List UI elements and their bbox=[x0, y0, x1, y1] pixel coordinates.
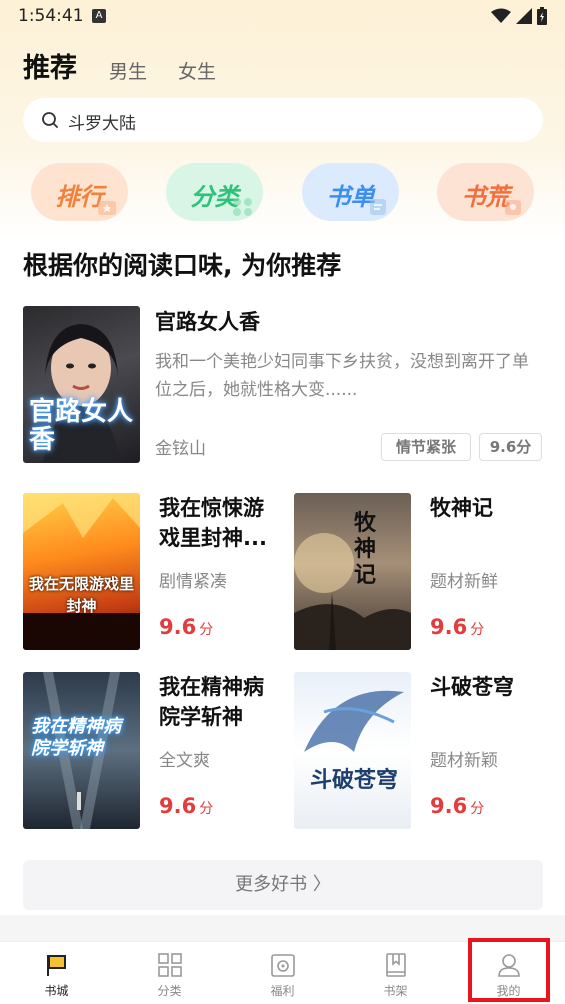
category-deco-icon bbox=[233, 198, 252, 216]
more-books-button[interactable]: 更多好书 〉 bbox=[23, 860, 543, 910]
book-cover-title: 牧神记 bbox=[354, 511, 377, 588]
category-row: 排行 分类 书单 书荒 bbox=[0, 163, 565, 223]
nav-bookshelf[interactable]: 书架 bbox=[339, 942, 452, 1004]
book-shortage-button[interactable]: 书荒 bbox=[437, 163, 534, 221]
book-cover-art bbox=[294, 533, 411, 650]
featured-score: 9.6分 bbox=[479, 433, 542, 461]
book-tag: 剧情紧凑 bbox=[159, 572, 227, 592]
book-card[interactable]: 我在精神病院学斩神 我在精神病院学斩神 全文爽 9.6 分 bbox=[23, 672, 283, 830]
book-tag: 全文爽 bbox=[159, 751, 210, 771]
book-cover-title: 我在精神病院学斩神 bbox=[31, 716, 121, 759]
ranking-deco-icon bbox=[98, 201, 116, 215]
book-score-value: 9.6 bbox=[430, 615, 468, 639]
tab-recommend[interactable]: 推荐 bbox=[23, 46, 77, 85]
book-tag: 题材新颖 bbox=[430, 751, 498, 771]
search-input[interactable]: 斗罗大陆 bbox=[68, 109, 136, 134]
category-button[interactable]: 分类 bbox=[166, 163, 263, 221]
book-title[interactable]: 牧神记 bbox=[430, 493, 550, 523]
booklist-deco-icon bbox=[370, 199, 386, 215]
status-time: 1:54:41 bbox=[18, 6, 84, 26]
book-score-unit: 分 bbox=[199, 801, 214, 817]
book-score: 9.6 分 bbox=[430, 615, 484, 639]
nav-bookstore-label: 书城 bbox=[44, 984, 69, 998]
signal-icon bbox=[516, 8, 532, 24]
featured-author: 金铉山 bbox=[155, 439, 206, 459]
book-score: 9.6 分 bbox=[430, 794, 484, 818]
book-cover[interactable]: 我在无限游戏里封神 bbox=[23, 493, 140, 650]
tab-male[interactable]: 男生 bbox=[109, 57, 147, 84]
status-badge: A bbox=[92, 9, 106, 23]
book-cover-art bbox=[23, 493, 140, 650]
flag-icon bbox=[47, 955, 66, 976]
battery-icon bbox=[537, 7, 547, 25]
search-icon bbox=[42, 112, 58, 128]
section-title: 根据你的阅读口味, 为你推荐 bbox=[23, 251, 342, 280]
featured-tag: 情节紧张 bbox=[381, 433, 471, 461]
book-score-unit: 分 bbox=[470, 622, 485, 638]
book-icon bbox=[386, 953, 406, 977]
status-icons bbox=[491, 7, 547, 25]
book-cover-title: 我在无限游戏里封神 bbox=[28, 575, 134, 615]
book-score: 9.6 分 bbox=[159, 615, 213, 639]
wifi-icon bbox=[491, 8, 511, 23]
book-score-unit: 分 bbox=[199, 622, 214, 638]
top-tabs: 推荐 男生 女生 bbox=[0, 40, 565, 90]
book-cover[interactable]: 我在精神病院学斩神 bbox=[23, 672, 140, 829]
featured-cover-title: 官路女人香 bbox=[29, 397, 134, 455]
featured-title[interactable]: 官路女人香 bbox=[155, 306, 260, 336]
nav-category-label: 分类 bbox=[157, 984, 182, 998]
book-score-value: 9.6 bbox=[159, 615, 197, 639]
status-bar: 1:54:41 A bbox=[0, 0, 565, 32]
highlight-box bbox=[468, 938, 550, 1002]
book-tag: 题材新鲜 bbox=[430, 572, 498, 592]
featured-description: 我和一个美艳少妇同事下乡扶贫，没想到离开了单位之后，她就性格大变...... bbox=[155, 352, 529, 400]
nav-welfare[interactable]: 福利 bbox=[226, 942, 339, 1004]
book-score-value: 9.6 bbox=[430, 794, 468, 818]
nav-bookstore[interactable]: 书城 bbox=[0, 942, 113, 1004]
grid-icon bbox=[158, 953, 182, 977]
book-score: 9.6 分 bbox=[159, 794, 213, 818]
book-title[interactable]: 斗破苍穹 bbox=[430, 672, 550, 702]
booklist-button[interactable]: 书单 bbox=[302, 163, 399, 221]
book-score-unit: 分 bbox=[470, 801, 485, 817]
nav-welfare-label: 福利 bbox=[270, 984, 295, 998]
book-cover-art bbox=[304, 690, 404, 752]
tab-female[interactable]: 女生 bbox=[178, 57, 216, 84]
search-bar[interactable]: 斗罗大陆 bbox=[23, 98, 543, 142]
book-cover[interactable]: 牧神记 bbox=[294, 493, 411, 650]
book-card[interactable]: 牧神记 牧神记 题材新鲜 9.6 分 bbox=[294, 493, 554, 651]
ranking-button[interactable]: 排行 bbox=[31, 163, 128, 221]
featured-cover[interactable]: 官路女人香 bbox=[23, 306, 140, 463]
nav-category[interactable]: 分类 bbox=[113, 942, 226, 1004]
book-cover-title: 斗破苍穹 bbox=[309, 768, 398, 793]
book-score-value: 9.6 bbox=[159, 794, 197, 818]
book-title[interactable]: 我在惊悚游戏里封神... bbox=[159, 493, 279, 553]
book-shortage-deco-icon bbox=[505, 200, 521, 215]
book-card[interactable]: 我在无限游戏里封神 我在惊悚游戏里封神... 剧情紧凑 9.6 分 bbox=[23, 493, 283, 651]
gift-icon bbox=[271, 954, 295, 977]
featured-book[interactable]: 官路女人香 官路女人香 我和一个美艳少妇同事下乡扶贫，没想到离开了单位之后，她就… bbox=[23, 306, 543, 466]
book-card[interactable]: 斗破苍穹 斗破苍穹 题材新颖 9.6 分 bbox=[294, 672, 554, 830]
nav-bookshelf-label: 书架 bbox=[383, 984, 408, 998]
book-title[interactable]: 我在精神病院学斩神 bbox=[159, 672, 279, 732]
book-cover[interactable]: 斗破苍穹 bbox=[294, 672, 411, 829]
